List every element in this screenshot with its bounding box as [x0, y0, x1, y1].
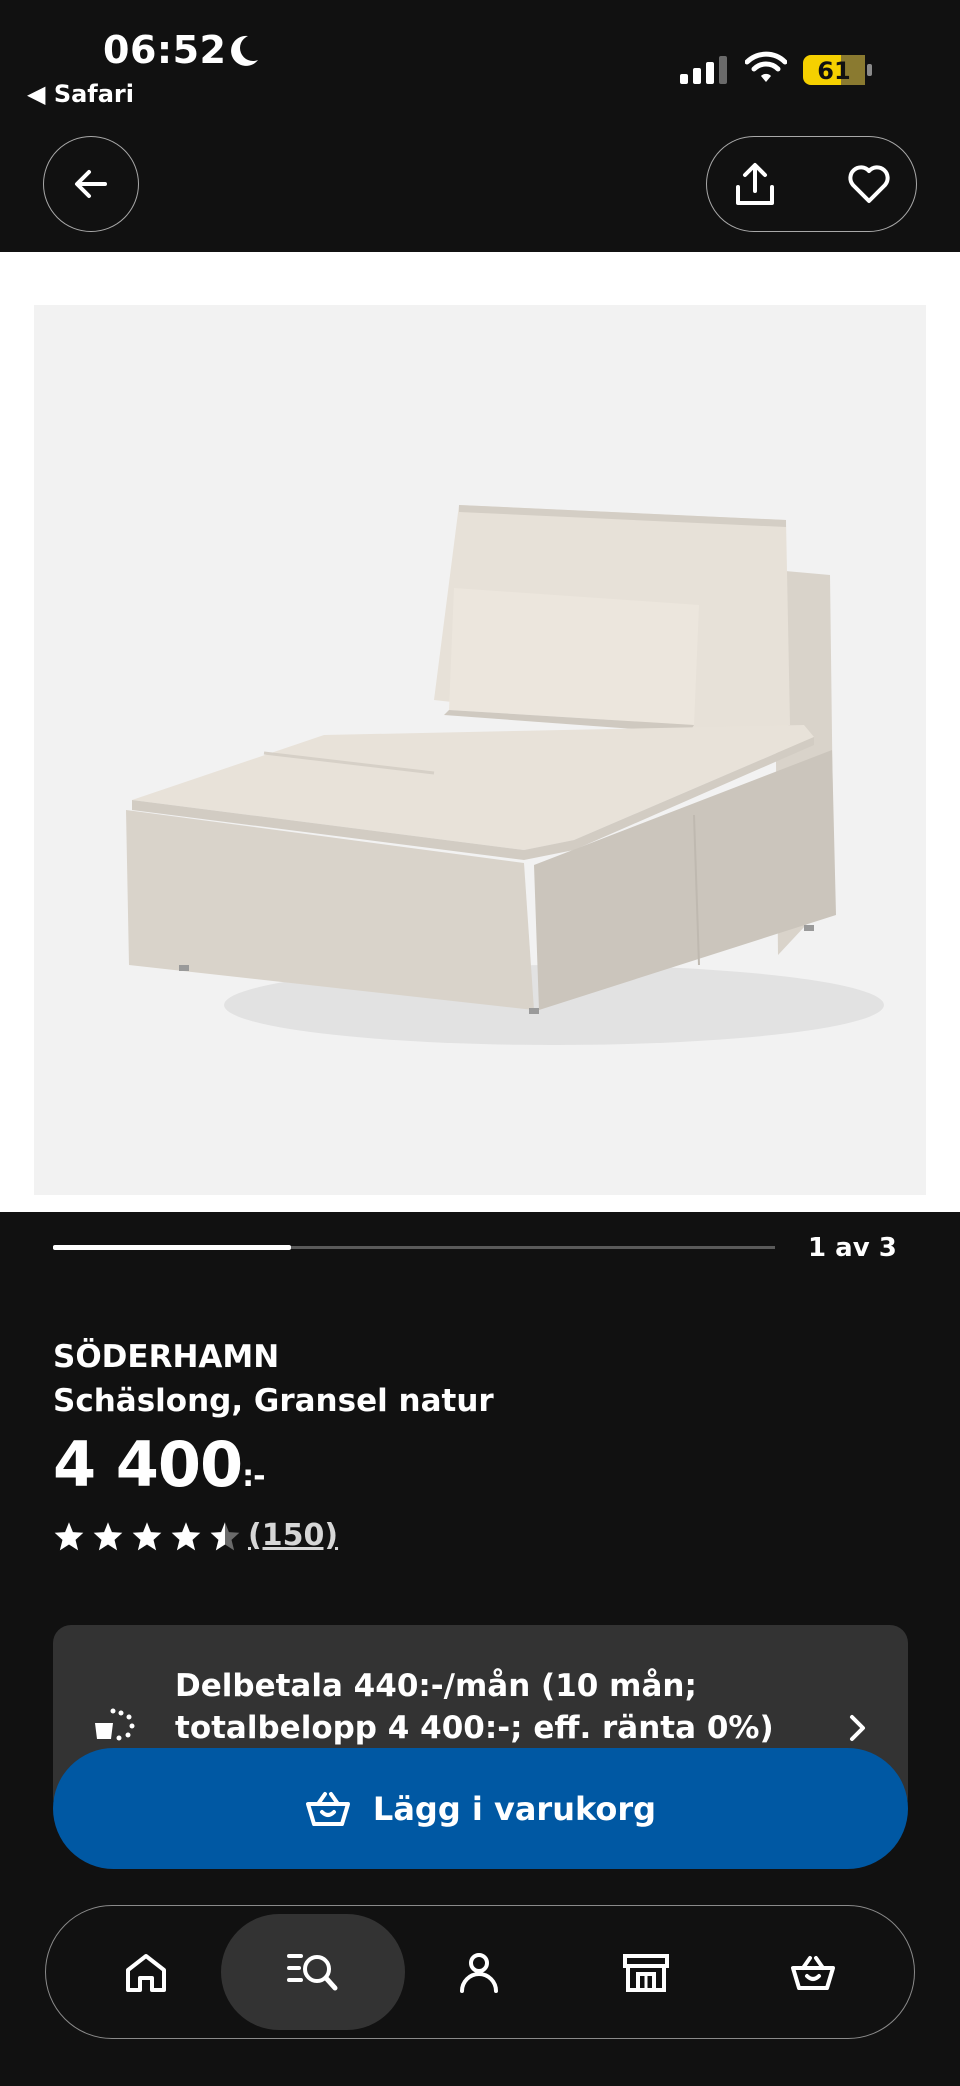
product-image[interactable] [34, 305, 926, 1195]
share-favorite-group [706, 136, 917, 232]
status-time: 06:52 [103, 28, 227, 72]
product-price: 4 400:- [53, 1428, 266, 1501]
review-count-link[interactable]: (150) [248, 1518, 338, 1553]
chevron-right-icon [850, 1715, 865, 1741]
product-description: Schäslong, Gransel natur [53, 1383, 494, 1419]
arrow-left-icon [75, 170, 107, 198]
price-value: 4 400 [53, 1428, 243, 1501]
basket-icon [305, 1791, 350, 1826]
price-suffix: :- [242, 1459, 265, 1494]
profile-icon[interactable] [458, 1951, 500, 1995]
store-icon[interactable] [622, 1952, 670, 1994]
add-to-cart-label: Lägg i varukorg [372, 1789, 657, 1828]
star-icon [132, 1522, 162, 1551]
battery-icon: 61 [803, 55, 872, 85]
share-icon[interactable] [731, 161, 779, 209]
add-to-cart-button[interactable]: Lägg i varukorg [53, 1748, 908, 1869]
gallery-progress-fill [53, 1245, 292, 1250]
half-star-icon [210, 1522, 240, 1551]
product-name: SÖDERHAMN [53, 1339, 280, 1375]
back-button[interactable] [43, 136, 139, 232]
home-icon[interactable] [124, 1952, 168, 1994]
star-icon [93, 1522, 123, 1551]
moon-icon [231, 35, 258, 66]
installment-text: Delbetala 440:-/mån (10 mån; totalbelopp… [175, 1668, 774, 1746]
signal-icon [680, 56, 727, 84]
search-icon[interactable] [287, 1950, 339, 1994]
gallery-counter: 1 av 3 [808, 1233, 897, 1263]
star-icon [171, 1522, 201, 1551]
installment-icon [95, 1708, 135, 1741]
safari-back-link[interactable]: ◀ Safari [27, 80, 134, 108]
chaise-longue-image [126, 505, 884, 1045]
cart-icon[interactable] [790, 1954, 836, 1992]
heart-icon[interactable] [847, 163, 891, 205]
star-icon [54, 1522, 84, 1551]
battery-level: 61 [817, 57, 850, 85]
wifi-icon [745, 51, 787, 82]
rating-stars[interactable] [53, 1521, 241, 1551]
